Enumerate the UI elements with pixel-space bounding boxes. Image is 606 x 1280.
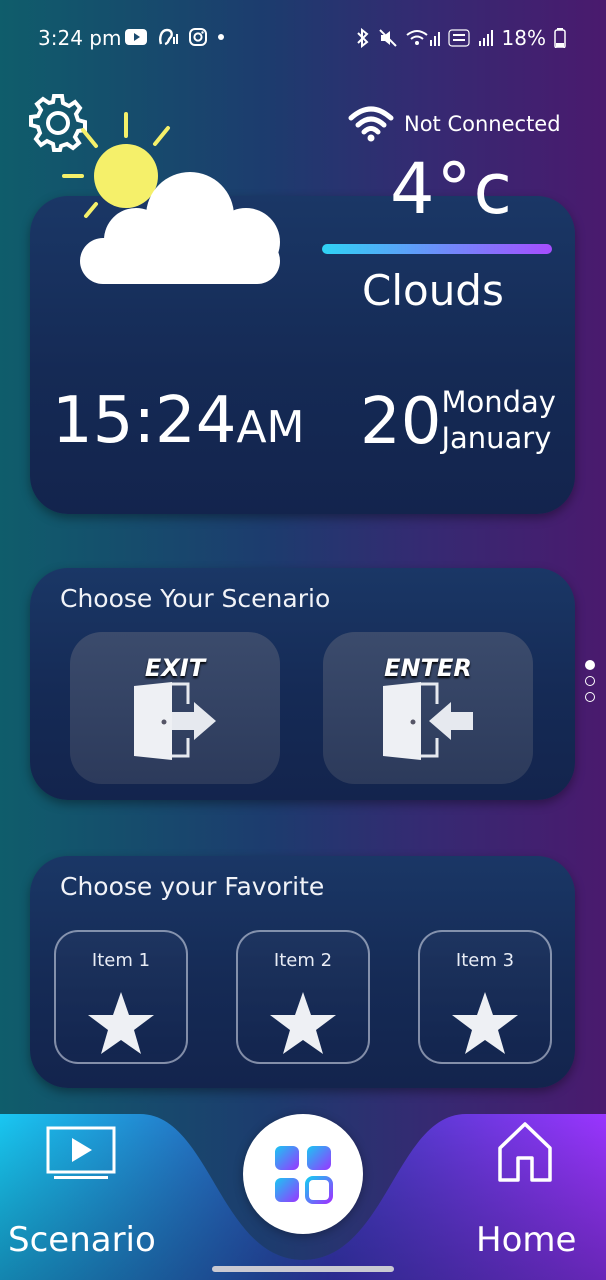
favorite-item-label: Item 2 [273, 950, 333, 971]
mute-icon [378, 29, 397, 47]
battery-percent: 18% [501, 26, 546, 50]
dashboard-grid-icon [275, 1146, 333, 1204]
star-icon [452, 992, 518, 1054]
bottom-navigation: Scenario Home [0, 1110, 606, 1280]
center-dashboard-button[interactable] [243, 1114, 363, 1234]
nav-home[interactable]: Home [460, 1120, 606, 1270]
connection-status: Not Connected [348, 106, 561, 142]
youtube-icon [125, 29, 147, 45]
clock-time: 15:24 [52, 384, 237, 458]
date-month: January [441, 421, 552, 455]
temperature-bar [322, 244, 552, 254]
bluetooth-icon [356, 28, 369, 48]
exit-label: EXIT [144, 654, 206, 682]
page-indicator [585, 660, 595, 702]
page-dot-active [585, 660, 595, 670]
favorite-item-3[interactable]: Item 3 [418, 930, 552, 1064]
favorite-item-label: Item 3 [455, 950, 515, 971]
connection-label: Not Connected [404, 112, 561, 136]
clock: 15:24 AM [52, 384, 305, 458]
notification-icons [125, 28, 225, 46]
nav-scenario[interactable]: Scenario [0, 1120, 165, 1270]
home-icon [498, 1122, 552, 1182]
star-icon [270, 992, 336, 1054]
star-icon [88, 992, 154, 1054]
system-icons: 18% [356, 26, 566, 50]
enter-scenario-button[interactable]: ENTER [323, 632, 533, 784]
date-weekday: Monday [441, 385, 556, 419]
volte-icon [447, 29, 470, 47]
page-dot [585, 676, 595, 686]
status-time: 3:24 pm [38, 26, 122, 50]
exit-door-icon [134, 682, 216, 760]
favorite-item-1[interactable]: Item 1 [54, 930, 188, 1064]
date: 20 Monday January [360, 384, 556, 458]
page-dot [585, 692, 595, 702]
dot-icon [218, 34, 224, 40]
wifi-icon [348, 106, 394, 142]
weather-condition: Clouds [362, 266, 504, 315]
instagram-icon [189, 28, 207, 46]
wifi-signal-icon [405, 30, 440, 46]
scenario-title: Choose Your Scenario [60, 584, 331, 613]
favorites-card: Choose your Favorite Item 1 Item 2 Item … [30, 856, 575, 1088]
partly-cloudy-icon [62, 112, 280, 284]
favorite-item-label: Item 1 [91, 950, 151, 971]
nav-scenario-label: Scenario [8, 1220, 156, 1260]
exit-scenario-button[interactable]: EXIT [70, 632, 280, 784]
gesture-bar[interactable] [212, 1266, 394, 1272]
date-day: 20 [360, 385, 442, 459]
enter-label: ENTER [384, 654, 472, 682]
favorites-title: Choose your Favorite [60, 872, 325, 901]
cell-signal-icon [478, 30, 493, 46]
temperature: 4°c [390, 148, 515, 230]
nav-home-label: Home [476, 1220, 577, 1260]
clock-meridiem: AM [236, 402, 305, 453]
status-bar: 3:24 pm 18% [0, 0, 606, 78]
favorite-item-2[interactable]: Item 2 [236, 930, 370, 1064]
scenario-card: Choose Your Scenario EXIT ENTER [30, 568, 575, 800]
enter-door-icon [383, 682, 473, 760]
battery-icon [554, 28, 566, 48]
hearing-icon [159, 28, 178, 46]
play-screen-icon [46, 1126, 116, 1179]
